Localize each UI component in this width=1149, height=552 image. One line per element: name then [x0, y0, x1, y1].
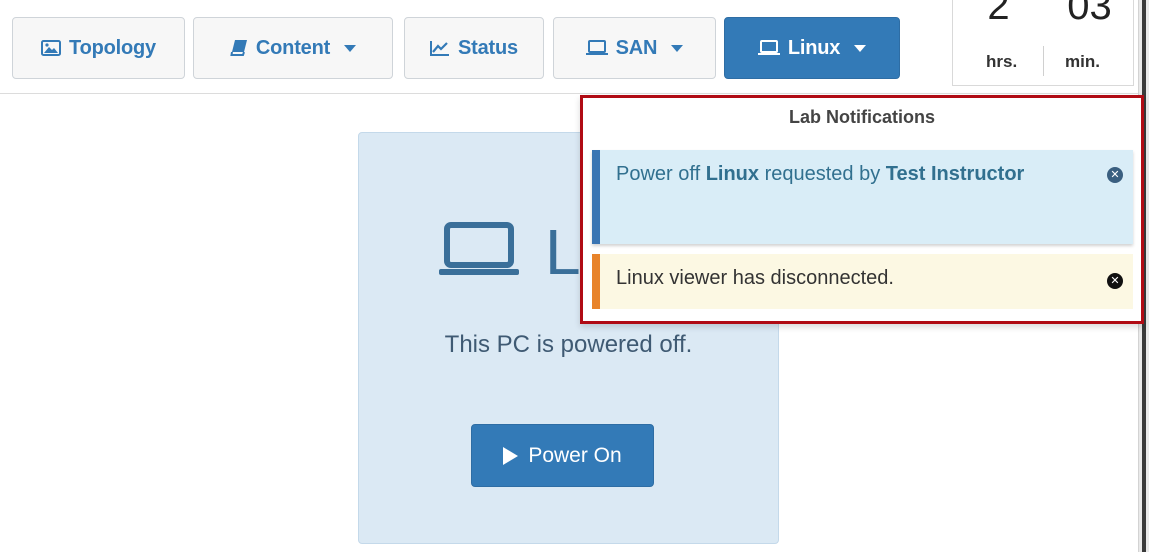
- topology-label: Topology: [69, 36, 156, 59]
- laptop-icon: [439, 221, 519, 282]
- notification-device: Linux: [705, 163, 760, 185]
- close-icon[interactable]: ✕: [1107, 167, 1123, 183]
- timer-divider: [1043, 46, 1044, 76]
- notification-text: Power off: [616, 163, 706, 185]
- san-dropdown-button[interactable]: SAN: [553, 17, 716, 79]
- timer-digits: 2 03: [953, 0, 1133, 24]
- timer-hours: 2: [987, 0, 1010, 24]
- play-icon: [503, 446, 519, 465]
- content-label: Content: [255, 36, 331, 59]
- topology-button[interactable]: Topology: [12, 17, 185, 79]
- device-name: L: [545, 216, 581, 288]
- timer-hours-label: hrs.: [986, 52, 1018, 71]
- notifications-title: Lab Notifications: [788, 107, 935, 127]
- linux-label: Linux: [787, 36, 841, 59]
- line-chart-icon: [430, 40, 450, 56]
- lab-timer: 2 03 hrs. min.: [952, 0, 1134, 86]
- notification-user: Test Instructor: [885, 163, 1025, 185]
- lab-notifications-panel: Lab Notifications Power off Linux reques…: [580, 95, 1144, 324]
- power-on-label: Power On: [528, 443, 622, 467]
- san-label: SAN: [615, 36, 658, 59]
- close-icon[interactable]: ✕: [1107, 273, 1123, 289]
- content-dropdown-button[interactable]: Content: [193, 17, 393, 79]
- status-button[interactable]: Status: [404, 17, 544, 79]
- powered-off-message: This PC is powered off.: [444, 331, 693, 358]
- timer-minutes: 03: [1067, 0, 1112, 24]
- timer-minutes-label: min.: [1065, 52, 1100, 71]
- chevron-down-icon: [671, 44, 684, 52]
- toolbar: Topology Content Status SAN Linux 2 03 h…: [0, 0, 1138, 94]
- laptop-icon: [757, 40, 780, 56]
- linux-dropdown-button[interactable]: Linux: [724, 17, 900, 79]
- book-icon: [230, 39, 248, 57]
- chevron-down-icon: [854, 44, 867, 52]
- notification-text: Linux viewer has disconnected.: [616, 267, 894, 289]
- image-icon: [41, 40, 62, 56]
- chevron-down-icon: [344, 44, 357, 52]
- notification-item: Power off Linux requested by Test Instru…: [592, 150, 1133, 244]
- notification-item: Linux viewer has disconnected. ✕: [592, 254, 1133, 309]
- notification-text: requested by: [759, 163, 886, 185]
- laptop-icon: [585, 40, 608, 56]
- power-on-button[interactable]: Power On: [471, 424, 654, 487]
- status-label: Status: [458, 36, 518, 59]
